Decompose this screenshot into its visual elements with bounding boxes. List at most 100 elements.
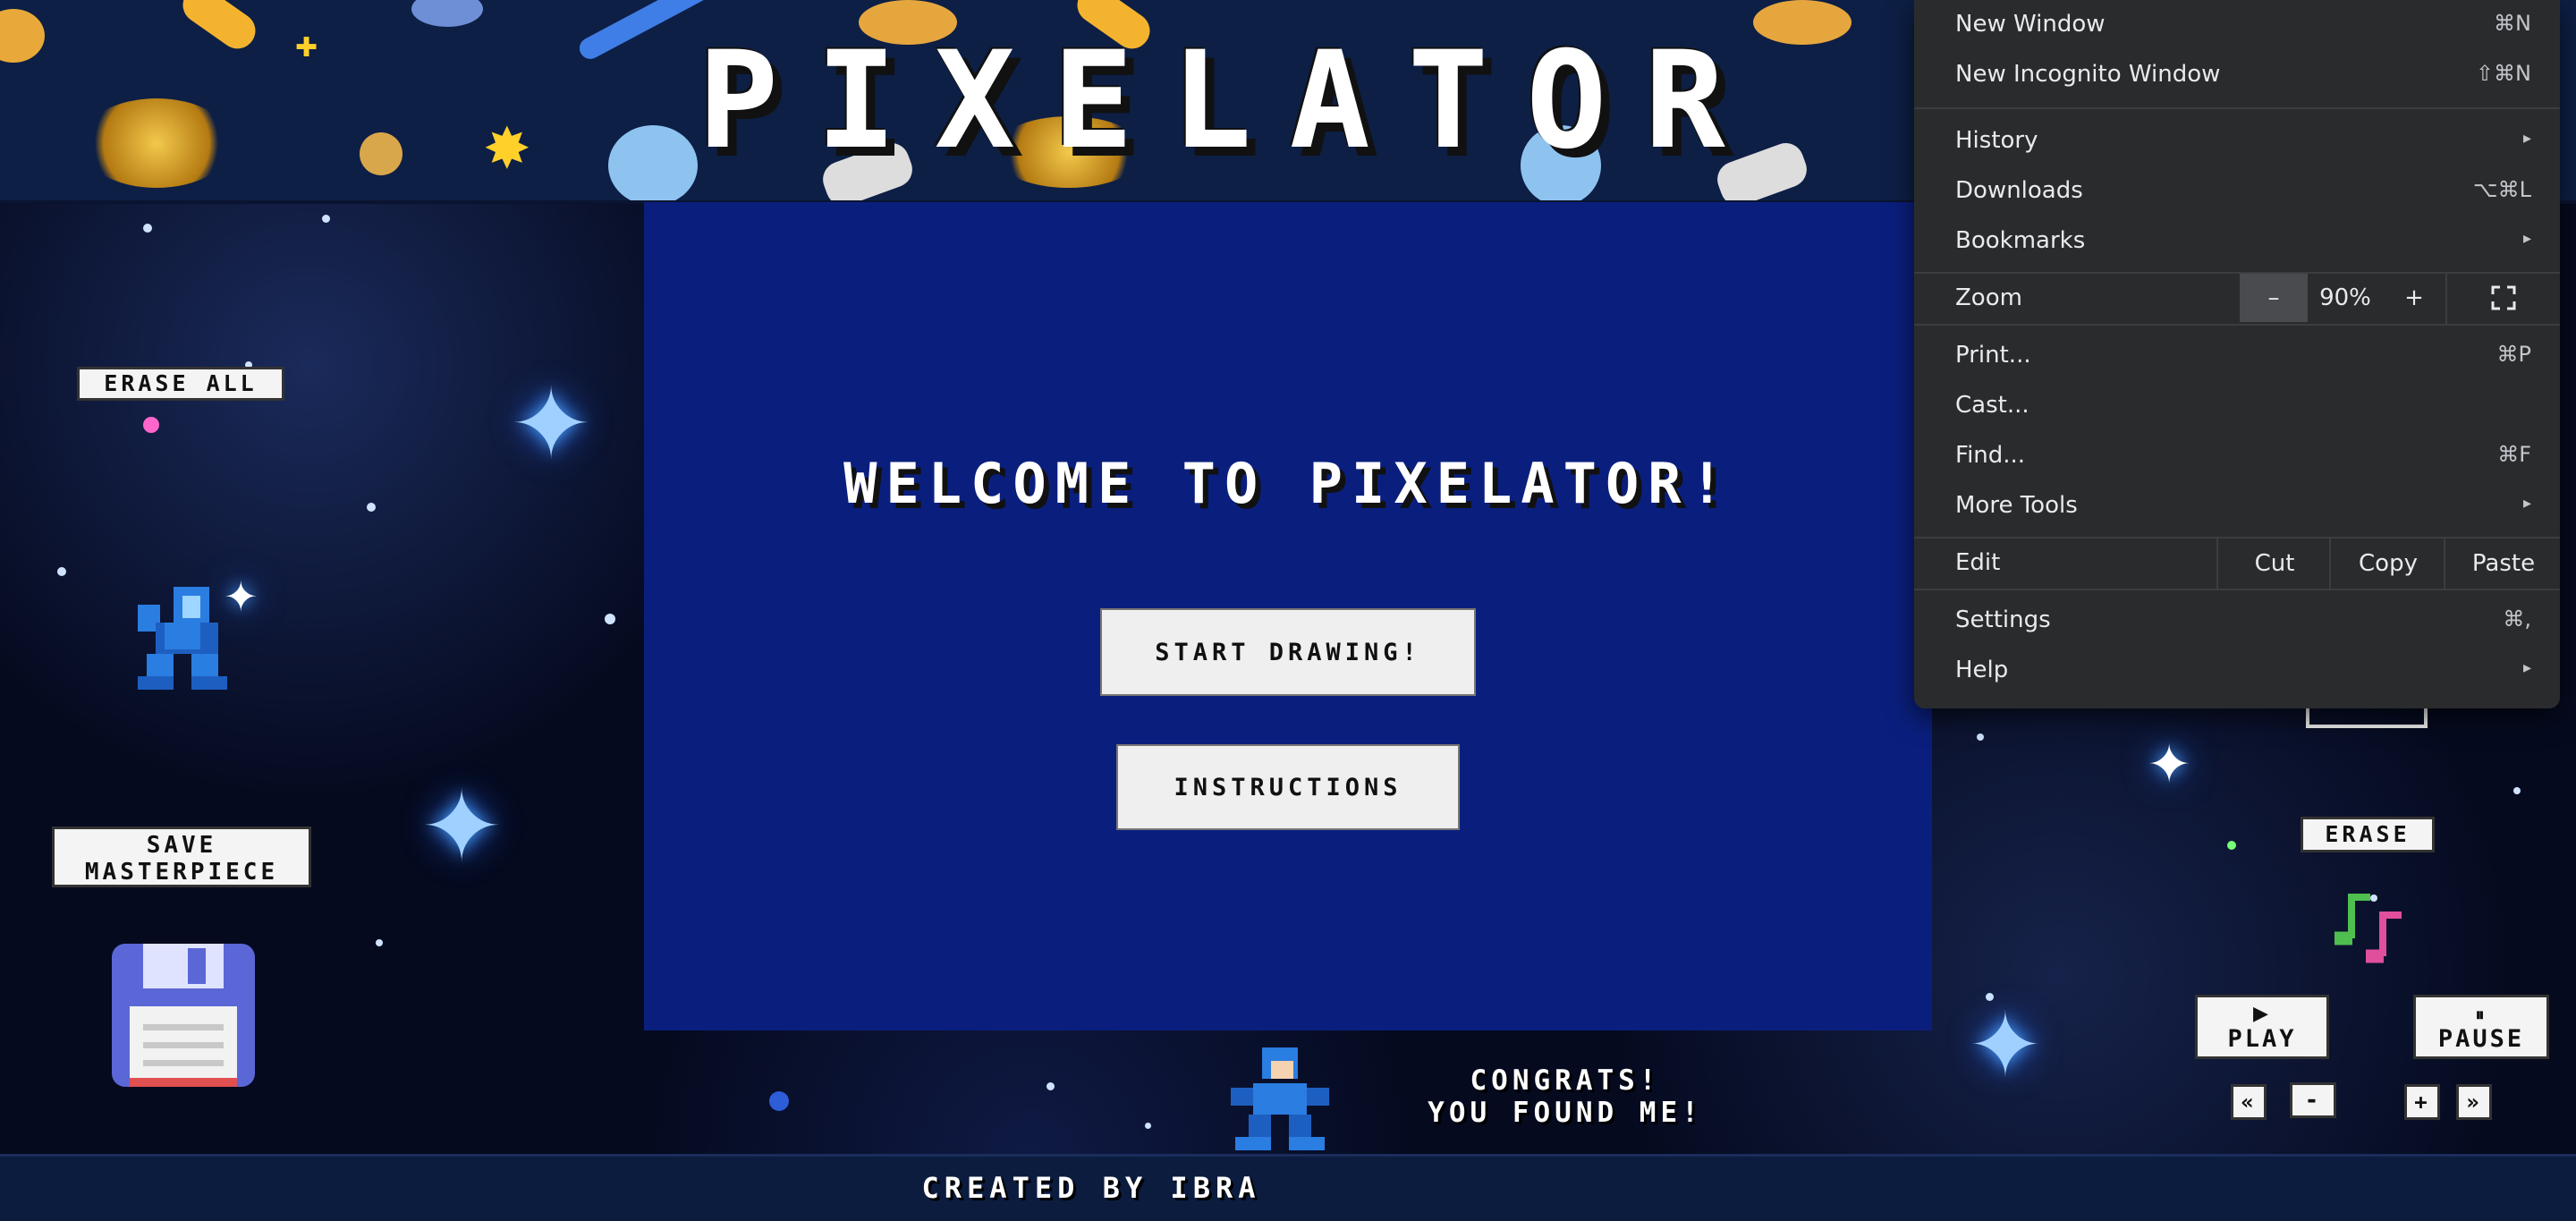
menu-label: Cast... — [1955, 392, 2029, 419]
play-button[interactable]: ▶ PLAY — [2195, 995, 2329, 1059]
menu-label: Zoom — [1955, 284, 2022, 311]
menu-item-more-tools[interactable]: More Tools ▸ — [1914, 481, 2560, 531]
menu-label: Find... — [1955, 442, 2026, 469]
star — [2227, 841, 2236, 850]
menu-separator — [1914, 589, 2560, 590]
fullscreen-glyph — [2491, 285, 2516, 310]
chevron-right-icon: ▸ — [2522, 494, 2531, 513]
sparkle-star: ✦ — [2147, 733, 2192, 796]
congrats-line2: YOU FOUND ME! — [1428, 1097, 1703, 1129]
browser-menu: New Window ⌘N New Incognito Window ⇧⌘N H… — [1914, 0, 2560, 708]
play-label: PLAY — [2227, 1025, 2297, 1053]
galaxy-icon — [80, 98, 233, 188]
menu-item-settings[interactable]: Settings ⌘, — [1914, 596, 2560, 646]
footer: CREATED BY IBRA — [0, 1154, 2576, 1221]
menu-separator — [1914, 324, 2560, 326]
menu-shortcut: ⌘P — [2496, 342, 2531, 367]
congrats-message: CONGRATS! YOU FOUND ME! — [1395, 1064, 1735, 1129]
star — [143, 224, 152, 233]
zoom-level: 90% — [2319, 284, 2371, 311]
menu-item-print[interactable]: Print... ⌘P — [1914, 331, 2560, 381]
erase-all-button[interactable]: ERASE ALL — [77, 367, 284, 401]
save-label-line2: MASTERPIECE — [84, 859, 279, 886]
menu-shortcut: ⇧⌘N — [2475, 61, 2531, 86]
cut-button[interactable]: Cut — [2216, 538, 2331, 589]
pause-button[interactable]: ⏸ PAUSE — [2413, 995, 2549, 1059]
chevron-right-icon: ▸ — [2522, 658, 2531, 677]
star — [322, 215, 330, 223]
erase-button[interactable]: ERASE — [2301, 817, 2435, 852]
menu-item-bookmarks[interactable]: Bookmarks ▸ — [1914, 216, 2560, 267]
star — [376, 939, 383, 946]
menu-row-zoom: Zoom – 90% + — [1914, 274, 2560, 324]
copy-button[interactable]: Copy — [2329, 538, 2445, 589]
chevron-right-icon: ▸ — [2522, 129, 2531, 148]
pause-icon: ⏸ — [2475, 1004, 2487, 1025]
menu-shortcut: ⌘, — [2503, 606, 2531, 632]
footer-credit: CREATED BY IBRA — [921, 1171, 1261, 1205]
menu-shortcut: ⌥⌘L — [2472, 177, 2531, 202]
welcome-panel: WELCOME TO PIXELATOR! START DRAWING! INS… — [644, 202, 1932, 1030]
rewind-button[interactable]: « — [2231, 1084, 2267, 1120]
forward-button[interactable]: » — [2456, 1084, 2492, 1120]
play-icon: ▶ — [2253, 1003, 2271, 1025]
page-title: PIXELATOR — [698, 23, 1763, 179]
paste-button[interactable]: Paste — [2444, 538, 2562, 589]
star-icon: ✚ — [295, 32, 318, 64]
planet-icon — [360, 132, 402, 175]
menu-label: Edit — [1955, 549, 2001, 576]
planet-icon — [411, 0, 483, 27]
color-swatch-partial[interactable] — [2306, 707, 2428, 728]
menu-shortcut: ⌘F — [2497, 442, 2531, 467]
menu-item-history[interactable]: History ▸ — [1914, 116, 2560, 166]
star — [605, 614, 615, 624]
volume-down-button[interactable]: - — [2290, 1082, 2336, 1118]
menu-item-cast[interactable]: Cast... — [1914, 381, 2560, 431]
menu-label: New Window — [1955, 11, 2106, 38]
sparkle-star: ✦ — [420, 769, 504, 884]
congrats-line1: CONGRATS! — [1470, 1064, 1661, 1097]
fullscreen-icon[interactable] — [2447, 274, 2560, 322]
music-notes-icon — [2334, 894, 2402, 963]
comet-icon — [575, 0, 713, 64]
floppy-disk-icon[interactable] — [107, 939, 259, 1091]
star — [1145, 1123, 1151, 1129]
planet-icon — [0, 9, 45, 63]
sparkle-star: ✦ — [510, 367, 593, 481]
volume-up-button[interactable]: + — [2404, 1084, 2440, 1120]
menu-shortcut: ⌘N — [2494, 11, 2531, 36]
star — [1977, 733, 1984, 741]
planet-icon — [608, 125, 698, 200]
sparkle-star: ✦ — [1968, 993, 2043, 1098]
start-drawing-button[interactable]: START DRAWING! — [1100, 608, 1476, 696]
menu-label: Settings — [1955, 606, 2051, 633]
star — [2513, 787, 2521, 794]
star — [143, 417, 159, 433]
star — [367, 503, 376, 512]
menu-label: Downloads — [1955, 177, 2083, 204]
chevron-right-icon: ▸ — [2522, 229, 2531, 248]
planet-icon — [1753, 0, 1852, 45]
menu-label: More Tools — [1955, 492, 2078, 519]
comet-icon — [175, 0, 263, 56]
menu-item-new-window[interactable]: New Window ⌘N — [1914, 0, 2560, 50]
star — [769, 1091, 789, 1111]
pause-label: PAUSE — [2437, 1025, 2525, 1053]
zoom-in-button[interactable]: + — [2383, 274, 2445, 322]
zoom-out-button[interactable]: – — [2240, 274, 2308, 322]
star — [1046, 1082, 1055, 1090]
menu-item-find[interactable]: Find... ⌘F — [1914, 431, 2560, 481]
menu-item-downloads[interactable]: Downloads ⌥⌘L — [1914, 166, 2560, 216]
welcome-heading: WELCOME TO PIXELATOR! — [843, 451, 1733, 516]
menu-item-new-incognito[interactable]: New Incognito Window ⇧⌘N — [1914, 50, 2560, 100]
save-label-line1: SAVE — [146, 832, 217, 859]
instructions-button[interactable]: INSTRUCTIONS — [1116, 744, 1460, 830]
menu-label: Help — [1955, 657, 2009, 683]
save-masterpiece-button[interactable]: SAVE MASTERPIECE — [52, 827, 311, 887]
megaman-sprite — [138, 587, 227, 690]
menu-row-edit: Edit Cut Copy Paste — [1914, 538, 2560, 589]
menu-item-help[interactable]: Help ▸ — [1914, 646, 2560, 696]
menu-label: New Incognito Window — [1955, 61, 2221, 88]
megaman-easter-egg-sprite[interactable] — [1222, 1043, 1338, 1150]
menu-label: Bookmarks — [1955, 227, 2086, 254]
